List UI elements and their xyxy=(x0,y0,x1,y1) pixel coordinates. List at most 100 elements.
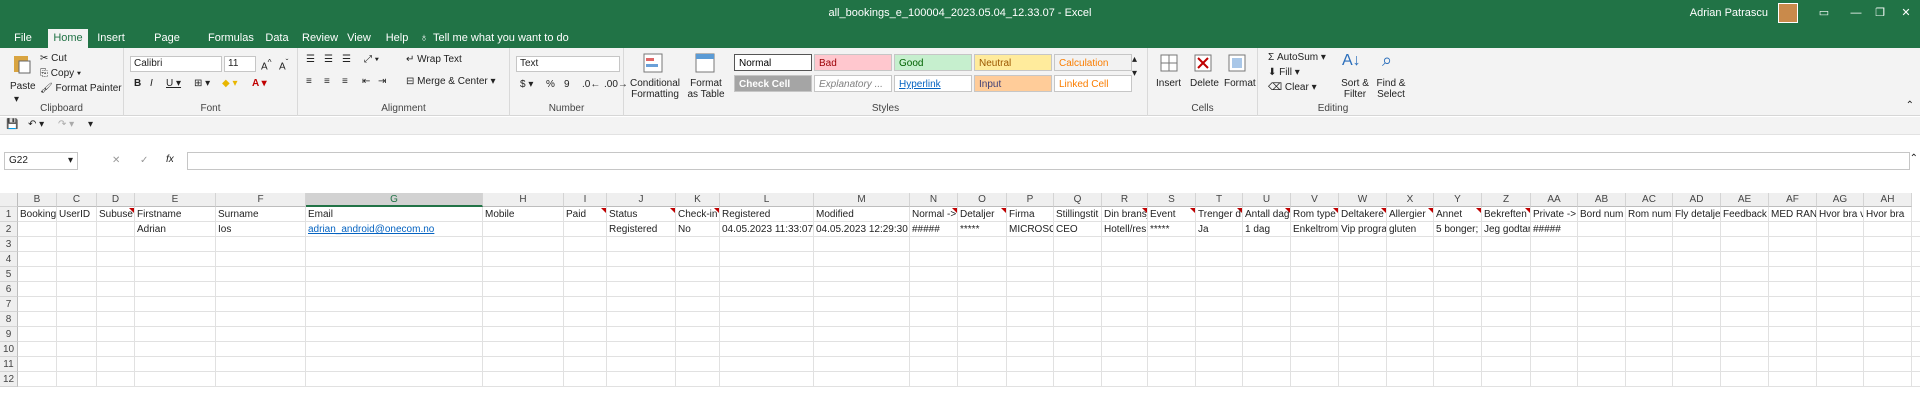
header-cell[interactable]: Surname xyxy=(216,207,306,222)
column-header-s[interactable]: S xyxy=(1148,193,1196,207)
column-header-i[interactable]: I xyxy=(564,193,607,207)
column-header-ah[interactable]: AH xyxy=(1864,193,1912,207)
empty-cell[interactable] xyxy=(18,342,57,357)
empty-cell[interactable] xyxy=(1007,282,1054,297)
header-cell[interactable]: Subuse xyxy=(97,207,135,222)
cut-button[interactable]: ✂ Cut xyxy=(40,53,67,64)
empty-cell[interactable] xyxy=(1531,327,1578,342)
empty-cell[interactable] xyxy=(1434,357,1482,372)
empty-cell[interactable] xyxy=(1243,297,1291,312)
empty-cell[interactable] xyxy=(1291,252,1339,267)
empty-cell[interactable] xyxy=(958,312,1007,327)
empty-cell[interactable] xyxy=(1864,297,1912,312)
data-cell[interactable] xyxy=(18,222,57,237)
data-cell[interactable]: 5 bonger; xyxy=(1434,222,1482,237)
empty-cell[interactable] xyxy=(1339,357,1387,372)
font-name-select[interactable]: Calibri xyxy=(130,56,222,72)
empty-cell[interactable] xyxy=(1864,282,1912,297)
empty-cell[interactable] xyxy=(1434,342,1482,357)
column-header-r[interactable]: R xyxy=(1102,193,1148,207)
empty-cell[interactable] xyxy=(1148,252,1196,267)
empty-cell[interactable] xyxy=(57,267,97,282)
empty-cell[interactable] xyxy=(1721,312,1769,327)
empty-cell[interactable] xyxy=(910,297,958,312)
empty-cell[interactable] xyxy=(1054,267,1102,282)
autosum-button[interactable]: Σ AutoSum ▾ xyxy=(1268,52,1326,63)
empty-cell[interactable] xyxy=(1864,357,1912,372)
data-cell[interactable]: ##### xyxy=(910,222,958,237)
empty-cell[interactable] xyxy=(676,297,720,312)
data-cell[interactable] xyxy=(1626,222,1673,237)
empty-cell[interactable] xyxy=(676,252,720,267)
fill-button[interactable]: ⬇ Fill ▾ xyxy=(1268,67,1300,78)
underline-button[interactable]: U ▾ xyxy=(166,78,181,89)
column-header-f[interactable]: F xyxy=(216,193,306,207)
empty-cell[interactable] xyxy=(97,282,135,297)
formula-input[interactable] xyxy=(187,152,1910,170)
empty-cell[interactable] xyxy=(1817,357,1864,372)
empty-cell[interactable] xyxy=(1196,282,1243,297)
row-header-9[interactable]: 9 xyxy=(0,327,18,342)
row-header-12[interactable]: 12 xyxy=(0,372,18,387)
data-cell[interactable] xyxy=(1578,222,1626,237)
empty-cell[interactable] xyxy=(564,327,607,342)
empty-cell[interactable] xyxy=(1721,327,1769,342)
empty-cell[interactable] xyxy=(564,237,607,252)
tab-home[interactable]: Home xyxy=(48,29,88,48)
column-header-y[interactable]: Y xyxy=(1434,193,1482,207)
empty-cell[interactable] xyxy=(1102,357,1148,372)
format-as-table-button[interactable]: Format as Table xyxy=(684,78,728,100)
empty-cell[interactable] xyxy=(1054,282,1102,297)
cell-style-calculation[interactable]: Calculation xyxy=(1054,54,1132,71)
empty-cell[interactable] xyxy=(958,342,1007,357)
empty-cell[interactable] xyxy=(607,282,676,297)
sort-filter-icon[interactable]: A↓ xyxy=(1342,52,1361,70)
empty-cell[interactable] xyxy=(135,252,216,267)
empty-cell[interactable] xyxy=(1864,342,1912,357)
empty-cell[interactable] xyxy=(483,297,564,312)
empty-cell[interactable] xyxy=(720,252,814,267)
expand-formula-icon[interactable]: ⌃ xyxy=(1910,153,1918,164)
empty-cell[interactable] xyxy=(1673,372,1721,387)
empty-cell[interactable] xyxy=(1817,327,1864,342)
empty-cell[interactable] xyxy=(97,327,135,342)
empty-cell[interactable] xyxy=(1007,252,1054,267)
empty-cell[interactable] xyxy=(216,357,306,372)
header-cell[interactable]: Bord num xyxy=(1578,207,1626,222)
header-cell[interactable]: Mobile xyxy=(483,207,564,222)
header-cell[interactable]: Feedback xyxy=(1721,207,1769,222)
empty-cell[interactable] xyxy=(607,312,676,327)
find-select-button[interactable]: Find & Select xyxy=(1374,78,1408,100)
empty-cell[interactable] xyxy=(216,327,306,342)
empty-cell[interactable] xyxy=(814,267,910,282)
empty-cell[interactable] xyxy=(1291,237,1339,252)
header-cell[interactable]: Private -> xyxy=(1531,207,1578,222)
empty-cell[interactable] xyxy=(1673,297,1721,312)
align-center-icon[interactable]: ≡ xyxy=(324,76,330,87)
empty-cell[interactable] xyxy=(1673,357,1721,372)
bold-button[interactable]: B xyxy=(134,78,141,89)
empty-cell[interactable] xyxy=(1769,252,1817,267)
data-cell[interactable] xyxy=(564,222,607,237)
data-cell[interactable]: CEO xyxy=(1054,222,1102,237)
empty-cell[interactable] xyxy=(607,252,676,267)
empty-cell[interactable] xyxy=(1721,237,1769,252)
data-cell[interactable]: gluten xyxy=(1387,222,1434,237)
empty-cell[interactable] xyxy=(910,342,958,357)
data-cell[interactable]: 04.05.2023 11:33:07 xyxy=(720,222,814,237)
empty-cell[interactable] xyxy=(1007,312,1054,327)
empty-cell[interactable] xyxy=(564,312,607,327)
empty-cell[interactable] xyxy=(306,372,483,387)
empty-cell[interactable] xyxy=(1912,372,1920,387)
delete-button[interactable]: Delete xyxy=(1190,78,1219,89)
empty-cell[interactable] xyxy=(1054,342,1102,357)
empty-cell[interactable] xyxy=(1054,237,1102,252)
header-cell[interactable]: Din bransj xyxy=(1102,207,1148,222)
clear-button[interactable]: ⌫ Clear ▾ xyxy=(1268,82,1317,93)
data-cell[interactable] xyxy=(1817,222,1864,237)
empty-cell[interactable] xyxy=(1817,237,1864,252)
empty-cell[interactable] xyxy=(216,252,306,267)
empty-cell[interactable] xyxy=(1387,237,1434,252)
empty-cell[interactable] xyxy=(607,342,676,357)
empty-cell[interactable] xyxy=(1007,237,1054,252)
